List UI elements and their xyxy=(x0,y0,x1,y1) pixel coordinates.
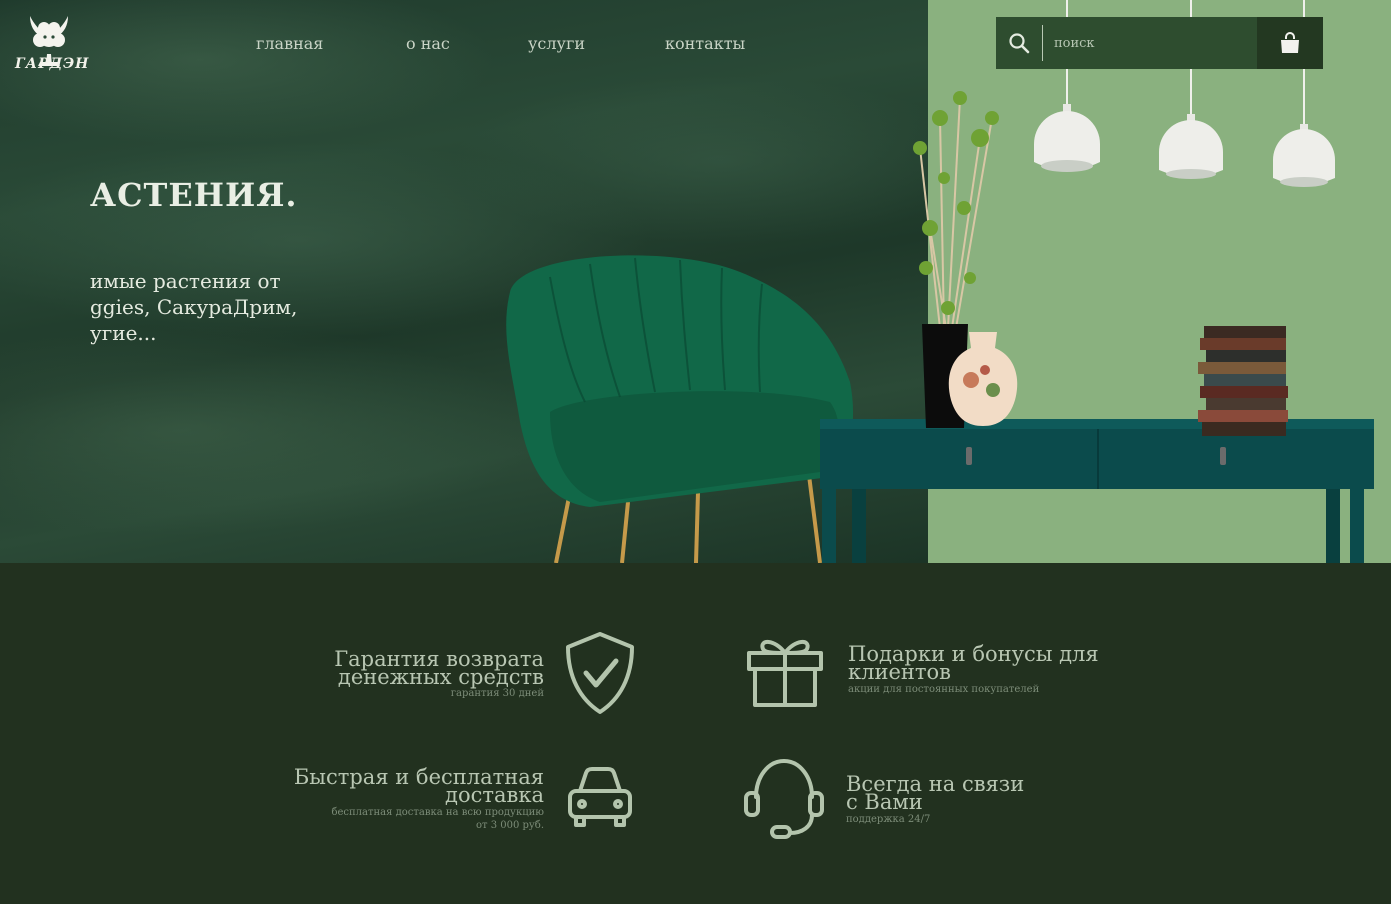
pendant-lamp xyxy=(1273,124,1335,187)
features-section: Гарантия возврата денежных средств гаран… xyxy=(0,563,1391,904)
car-icon xyxy=(568,767,632,827)
hero-section: ГАРДЭН главная о нас услуги контакты АСТ… xyxy=(0,0,1391,563)
search-button[interactable] xyxy=(996,17,1042,69)
shopping-bag-icon xyxy=(1281,32,1299,53)
pendant-lamp xyxy=(1034,104,1100,172)
search-divider xyxy=(1042,25,1043,61)
brand-name: ГАРДЭН xyxy=(15,56,90,72)
hero-description-line: имые растения от xyxy=(90,269,281,293)
feature-title-line: с Вами xyxy=(846,790,923,814)
feature-title-line: доставка xyxy=(445,783,544,807)
ceramic-vase-image xyxy=(948,332,1018,426)
gift-icon xyxy=(747,640,823,707)
cart-button[interactable] xyxy=(1257,17,1323,69)
console-table-image xyxy=(820,419,1374,563)
feature-subtitle: акции для постоянных покупателей xyxy=(848,684,1040,695)
pendant-lamp xyxy=(1159,114,1223,179)
armchair-image xyxy=(506,255,854,563)
nav-item-about[interactable]: о нас xyxy=(406,34,450,53)
nav-item-contacts[interactable]: контакты xyxy=(665,34,745,53)
feature-title-line: клиентов xyxy=(848,660,951,684)
hero-description: имые растения от ggies, СакураДрим, угие… xyxy=(90,268,350,346)
hero-title: АСТЕНИЯ. xyxy=(90,176,298,214)
nav-item-home[interactable]: главная xyxy=(256,34,323,53)
search-input[interactable] xyxy=(1048,17,1253,69)
feature-subtitle: от 3 000 руб. xyxy=(475,820,544,831)
book-stack-image xyxy=(1198,326,1288,436)
search-box xyxy=(996,17,1323,69)
feature-subtitle: поддержка 24/7 xyxy=(846,814,931,825)
search-icon xyxy=(1009,33,1030,54)
hero-description-line: угие... xyxy=(90,321,157,345)
feature-subtitle: бесплатная доставка на всю продукцию xyxy=(331,807,544,818)
shield-check-icon xyxy=(566,632,634,714)
feature-title-line: денежных средств xyxy=(337,665,544,689)
headset-icon xyxy=(744,759,824,839)
feature-subtitle: гарантия 30 дней xyxy=(450,688,544,699)
nav-item-services[interactable]: услуги xyxy=(528,34,585,53)
hero-description-line: ggies, СакураДрим, xyxy=(90,295,298,319)
